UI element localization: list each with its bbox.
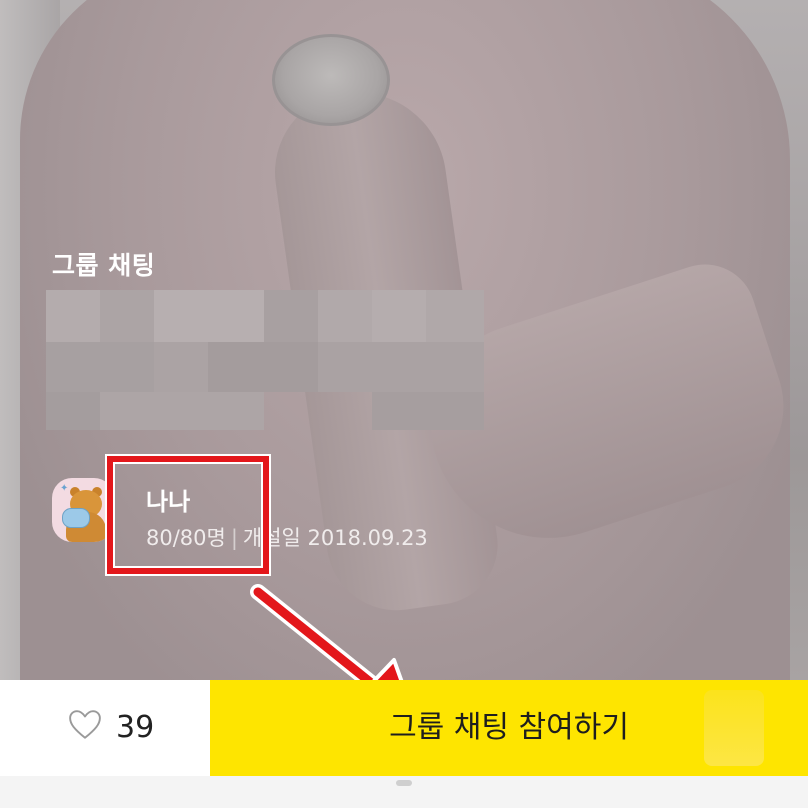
ghost-icon	[704, 690, 764, 766]
section-title: 그룹 채팅	[52, 251, 156, 280]
watch-image	[272, 34, 390, 126]
like-count: 39	[116, 710, 155, 745]
bottom-action-bar: 39 그룹 채팅 참여하기	[0, 680, 808, 808]
like-button[interactable]: 39	[42, 680, 210, 776]
created-date: 개설일 2018.09.23	[242, 526, 428, 550]
nav-indicator	[396, 780, 412, 786]
join-group-chat-button[interactable]: 그룹 채팅 참여하기	[210, 680, 808, 776]
bear-avatar-icon: ✦	[52, 478, 114, 542]
pixelated-description	[46, 290, 484, 430]
heart-icon	[69, 710, 101, 739]
annotation-highlight-box	[107, 456, 269, 574]
join-button-label: 그룹 채팅 참여하기	[389, 710, 629, 745]
